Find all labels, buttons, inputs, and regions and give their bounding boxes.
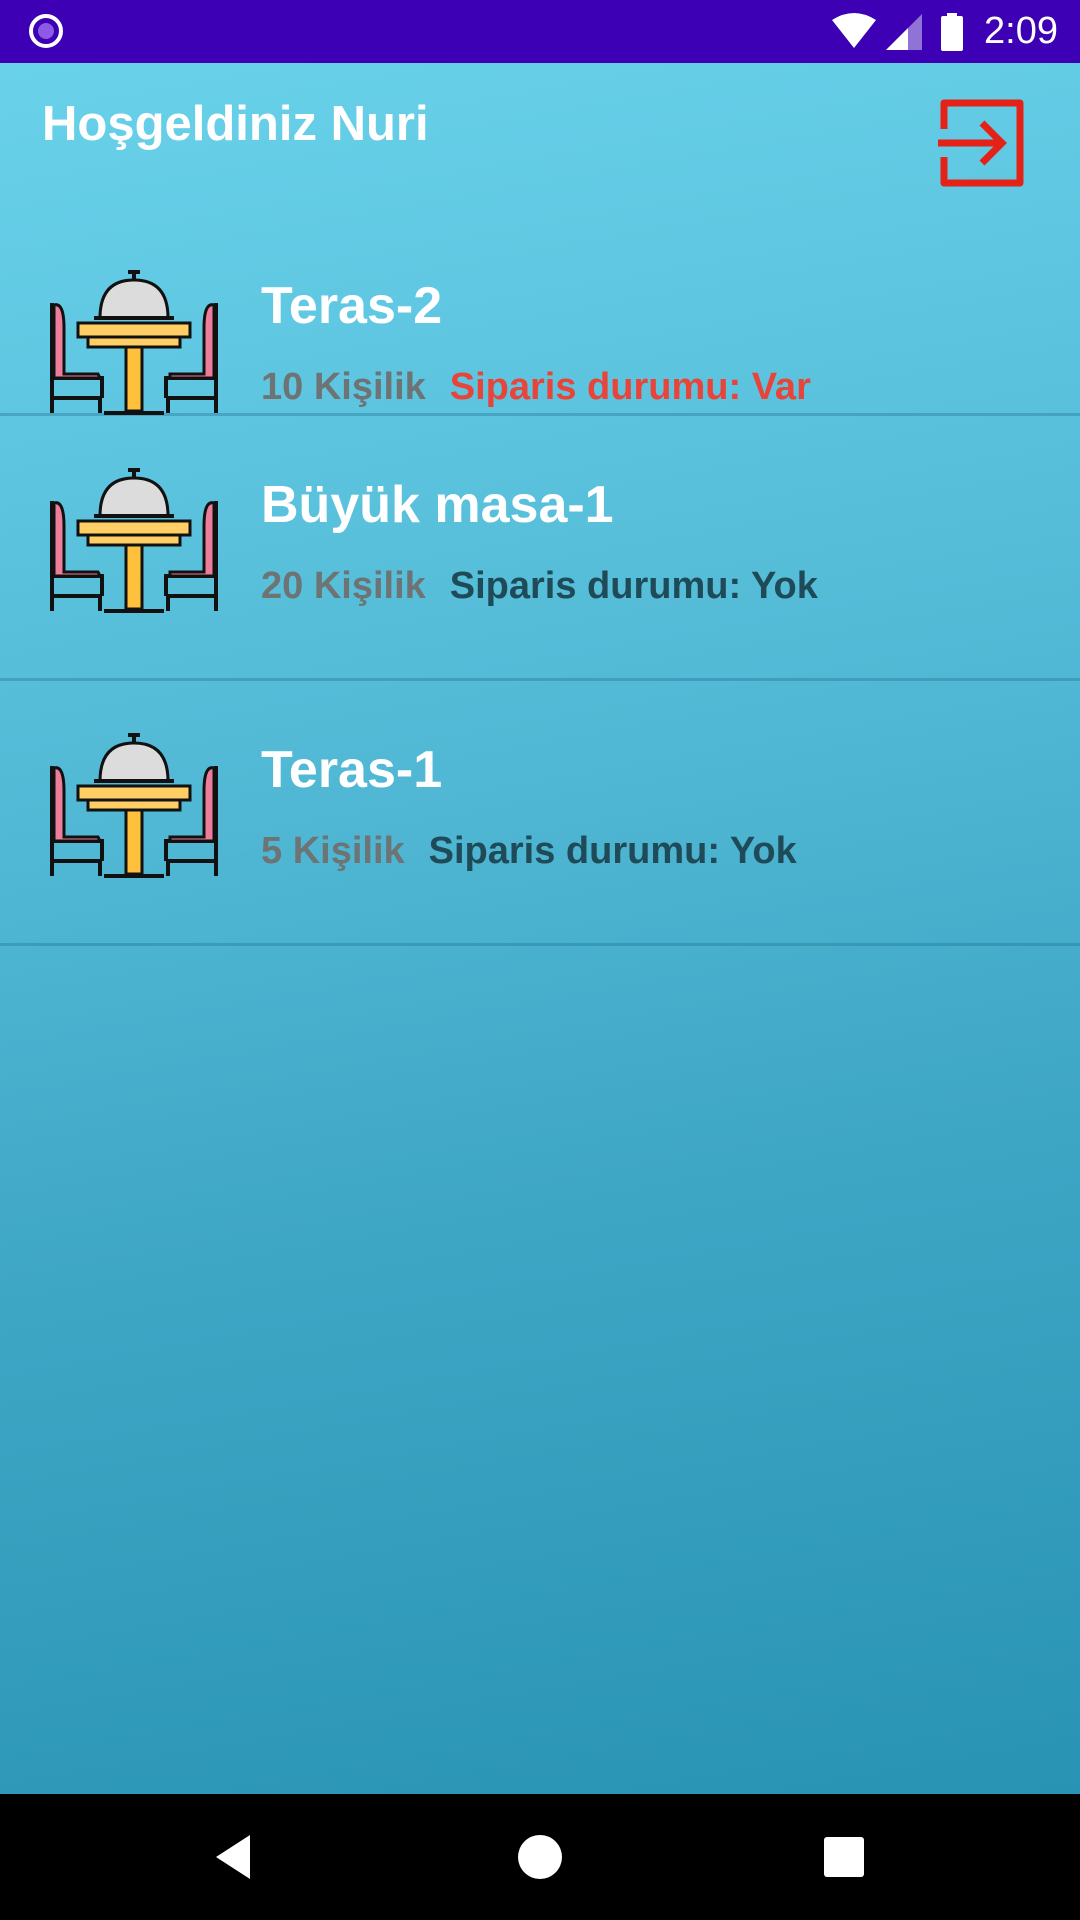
status-time: 2:09 bbox=[984, 10, 1058, 52]
table-row[interactable]: Teras-2 10 Kişilik Siparis durumu: Var bbox=[0, 213, 1080, 416]
status-bar: 2:09 bbox=[0, 0, 1080, 63]
cellular-signal-icon bbox=[886, 13, 923, 50]
table-capacity: 20 Kişilik bbox=[261, 565, 426, 607]
table-name: Teras-2 bbox=[261, 277, 443, 335]
table-capacity: 5 Kişilik bbox=[261, 830, 405, 872]
dining-table-icon bbox=[50, 468, 218, 613]
back-icon[interactable] bbox=[206, 1829, 262, 1885]
order-status: Siparis durumu: Var bbox=[449, 366, 811, 408]
table-meta: 5 Kişilik Siparis durumu: Yok bbox=[261, 829, 797, 875]
table-name: Teras-1 bbox=[261, 741, 443, 799]
table-name: Büyük masa-1 bbox=[261, 476, 614, 534]
table-meta: 20 Kişilik Siparis durumu: Yok bbox=[261, 564, 818, 610]
table-list: Teras-2 10 Kişilik Siparis durumu: Var B… bbox=[0, 213, 1080, 946]
home-icon[interactable] bbox=[512, 1829, 568, 1885]
battery-icon bbox=[941, 12, 964, 51]
dining-table-icon bbox=[50, 270, 218, 415]
app-screen: 2:09 Hoşgeldiniz Nuri Teras-2 10 Kişilik… bbox=[0, 0, 1080, 1920]
table-row[interactable]: Büyük masa-1 20 Kişilik Siparis durumu: Y… bbox=[0, 416, 1080, 681]
wifi-icon bbox=[832, 12, 877, 48]
welcome-title: Hoşgeldiniz Nuri bbox=[42, 97, 429, 151]
navigation-bar bbox=[0, 1794, 1080, 1920]
dining-table-icon bbox=[50, 733, 218, 878]
status-right-group: 2:09 bbox=[830, 0, 1058, 63]
table-row[interactable]: Teras-1 5 Kişilik Siparis durumu: Yok bbox=[0, 681, 1080, 946]
logout-icon[interactable] bbox=[930, 93, 1030, 193]
recents-icon[interactable] bbox=[816, 1829, 872, 1885]
order-status: Siparis durumu: Yok bbox=[428, 830, 797, 872]
order-status: Siparis durumu: Yok bbox=[449, 565, 818, 607]
table-meta: 10 Kişilik Siparis durumu: Var bbox=[261, 365, 811, 411]
app-notification-icon bbox=[29, 14, 63, 48]
main-content: Hoşgeldiniz Nuri Teras-2 10 Kişilik Sipa… bbox=[0, 63, 1080, 1794]
table-capacity: 10 Kişilik bbox=[261, 366, 426, 408]
